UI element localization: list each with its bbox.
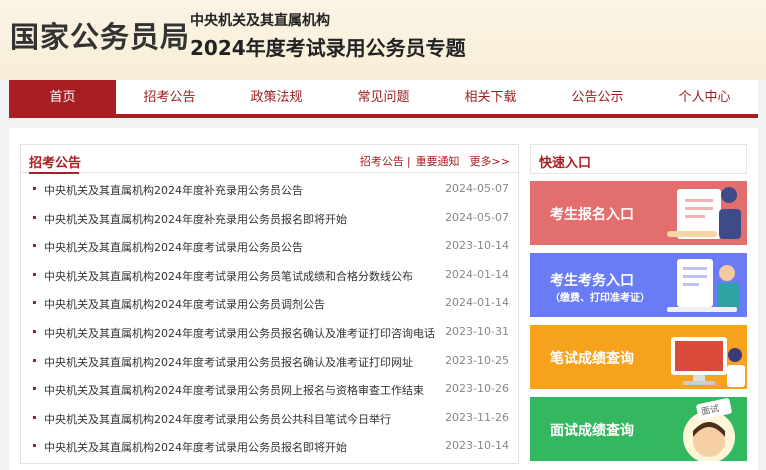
main-nav: 首页 招考公告 政策法规 常见问题 相关下载 公告公示 个人中心 bbox=[9, 80, 758, 118]
list-item[interactable]: 中央机关及其直属机构2024年度考试录用公务员公告 2023-10-14 bbox=[21, 232, 518, 261]
list-item-date: 2024-05-07 bbox=[445, 210, 509, 224]
announcement-panel-title: 招考公告 bbox=[29, 152, 81, 174]
written-score-query-banner[interactable]: 笔试成绩查询 bbox=[530, 325, 747, 389]
header-subtitle: 中央机关及其直属机构 bbox=[190, 13, 330, 29]
more-link[interactable]: 更多>> bbox=[470, 155, 510, 168]
announcement-panel-links: 招考公告 | 重要通知 更多>> bbox=[358, 153, 510, 169]
link-separator: | bbox=[406, 155, 411, 168]
interview-score-query-banner[interactable]: 面试成绩查询 面试 bbox=[530, 397, 747, 461]
list-item-date: 2023-11-26 bbox=[445, 410, 509, 424]
bullet-icon bbox=[33, 272, 36, 276]
list-item[interactable]: 中央机关及其直属机构2024年度考试录用公务员报名确认及准考证打印网址 2023-… bbox=[21, 347, 518, 376]
bullet-icon bbox=[33, 444, 36, 448]
nav-item-downloads[interactable]: 相关下载 bbox=[437, 80, 544, 114]
registration-entry-banner[interactable]: 考生报名入口 bbox=[530, 181, 747, 245]
announcement-list: 中央机关及其直属机构2024年度补充录用公务员公告 2024-05-07 中央机关… bbox=[21, 175, 518, 461]
list-item[interactable]: 中央机关及其直属机构2024年度考试录用公务员报名即将开始 2023-10-14 bbox=[21, 432, 518, 461]
list-item-title[interactable]: 中央机关及其直属机构2024年度补充录用公务员公告 bbox=[44, 182, 303, 198]
bullet-icon bbox=[33, 244, 36, 248]
list-item-date: 2024-01-14 bbox=[445, 296, 509, 310]
bullet-icon bbox=[33, 415, 36, 419]
bullet-icon bbox=[33, 358, 36, 362]
registration-illustration-icon bbox=[667, 187, 741, 239]
banner-label: 考生考务入口 bbox=[550, 273, 634, 289]
list-item-title[interactable]: 中央机关及其直属机构2024年度考试录用公务员报名即将开始 bbox=[44, 439, 347, 455]
nav-item-faq[interactable]: 常见问题 bbox=[330, 80, 437, 114]
list-item[interactable]: 中央机关及其直属机构2024年度考试录用公务员公共科目笔试今日举行 2023-11… bbox=[21, 404, 518, 433]
site-logo[interactable]: 国家公务员局 bbox=[10, 14, 190, 56]
list-item[interactable]: 中央机关及其直属机构2024年度考试录用公务员报名确认及准考证打印咨询电话 202… bbox=[21, 318, 518, 347]
header-title: 2024年度考试录用公务员专题 bbox=[190, 36, 466, 60]
link-important-notices[interactable]: 重要通知 bbox=[416, 155, 460, 168]
list-item-date: 2023-10-26 bbox=[445, 382, 509, 396]
nav-item-user-center[interactable]: 个人中心 bbox=[651, 80, 758, 114]
bullet-icon bbox=[33, 215, 36, 219]
banner-label: 笔试成绩查询 bbox=[550, 351, 634, 367]
list-item-title[interactable]: 中央机关及其直属机构2024年度考试录用公务员报名确认及准考证打印网址 bbox=[44, 354, 413, 370]
list-item-date: 2024-05-07 bbox=[445, 182, 509, 195]
list-item-date: 2023-10-14 bbox=[445, 439, 509, 453]
list-item-date: 2024-01-14 bbox=[445, 267, 509, 281]
bullet-icon bbox=[33, 301, 36, 305]
bullet-icon bbox=[33, 387, 36, 391]
quick-entry-header: 快速入口 bbox=[530, 144, 747, 174]
list-item-title[interactable]: 中央机关及其直属机构2024年度考试录用公务员公告 bbox=[44, 239, 303, 255]
list-item[interactable]: 中央机关及其直属机构2024年度考试录用公务员笔试成绩和合格分数线公布 2024-… bbox=[21, 261, 518, 290]
list-item[interactable]: 中央机关及其直属机构2024年度补充录用公务员报名即将开始 2024-05-07 bbox=[21, 204, 518, 233]
site-header: 国家公务员局 中央机关及其直属机构 2024年度考试录用公务员专题 bbox=[0, 0, 766, 80]
list-item[interactable]: 中央机关及其直属机构2024年度考试录用公务员调剂公告 2024-01-14 bbox=[21, 289, 518, 318]
banner-sublabel: （缴费、打印准考证） bbox=[550, 293, 650, 304]
list-item-title[interactable]: 中央机关及其直属机构2024年度补充录用公务员报名即将开始 bbox=[44, 211, 347, 227]
list-item-date: 2023-10-14 bbox=[445, 239, 509, 253]
announcement-panel: 招考公告 招考公告 | 重要通知 更多>> 中央机关及其直属机构2024年度补充录用公… bbox=[20, 144, 519, 464]
bullet-icon bbox=[33, 329, 36, 333]
list-item-title[interactable]: 中央机关及其直属机构2024年度考试录用公务员调剂公告 bbox=[44, 296, 325, 312]
list-item[interactable]: 中央机关及其直属机构2024年度补充录用公务员公告 2024-05-07 bbox=[21, 175, 518, 204]
list-item-title[interactable]: 中央机关及其直属机构2024年度考试录用公务员笔试成绩和合格分数线公布 bbox=[44, 268, 413, 284]
written-score-illustration-icon bbox=[671, 337, 745, 387]
list-item-title[interactable]: 中央机关及其直属机构2024年度考试录用公务员公共科目笔试今日举行 bbox=[44, 411, 391, 427]
list-item[interactable]: 中央机关及其直属机构2024年度考试录用公务员网上报名与资格审查工作结束 2023… bbox=[21, 375, 518, 404]
list-item-date: 2023-10-31 bbox=[445, 324, 509, 338]
nav-item-notices[interactable]: 公告公示 bbox=[544, 80, 651, 114]
nav-item-policies[interactable]: 政策法规 bbox=[223, 80, 330, 114]
list-item-date: 2023-10-25 bbox=[445, 353, 509, 367]
list-item-title[interactable]: 中央机关及其直属机构2024年度考试录用公务员报名确认及准考证打印咨询电话 bbox=[44, 325, 435, 341]
exam-affairs-illustration-icon bbox=[667, 259, 739, 312]
quick-entry-title: 快速入口 bbox=[539, 156, 592, 171]
nav-item-home[interactable]: 首页 bbox=[9, 80, 116, 114]
bullet-icon bbox=[33, 187, 36, 190]
nav-item-announcements[interactable]: 招考公告 bbox=[116, 80, 223, 114]
list-item-title[interactable]: 中央机关及其直属机构2024年度考试录用公务员网上报名与资格审查工作结束 bbox=[44, 382, 424, 398]
announcement-panel-header: 招考公告 招考公告 | 重要通知 更多>> bbox=[21, 145, 518, 174]
banner-label: 面试成绩查询 bbox=[550, 423, 634, 439]
banner-label: 考生报名入口 bbox=[550, 207, 634, 223]
exam-affairs-entry-banner[interactable]: 考生考务入口 （缴费、打印准考证） bbox=[530, 253, 747, 317]
link-announcements[interactable]: 招考公告 bbox=[360, 155, 404, 168]
